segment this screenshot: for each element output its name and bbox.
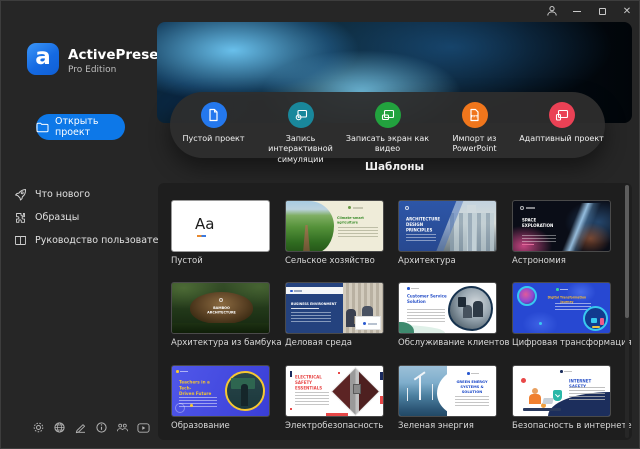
app-edition: Pro Edition xyxy=(68,65,116,75)
rocket-icon xyxy=(14,188,27,201)
record-screen-icon xyxy=(375,102,401,128)
sidebar-item-label: Руководство пользователя xyxy=(35,235,170,246)
quick-action-label: Адаптивный проект xyxy=(519,134,604,144)
template-thumbnail: INTERNET SAFETY xyxy=(512,365,611,417)
maximize-icon[interactable] xyxy=(595,4,609,18)
template-thumbnail: GREEN ENERGY SYSTEMS & SOLUTION xyxy=(398,365,497,417)
responsive-project-button[interactable]: Адаптивный проект xyxy=(518,102,605,144)
info-icon[interactable] xyxy=(95,421,108,434)
template-thumbnail: BUSINESS ENVIRONMENT xyxy=(285,282,384,334)
powerpoint-import-icon: PPT xyxy=(462,102,488,128)
scrollbar-thumb[interactable] xyxy=(625,185,629,318)
record-simulation-icon xyxy=(288,102,314,128)
template-card-astronomy[interactable]: SPACE EXPLORATION Астрономия xyxy=(512,200,611,266)
template-label: Образование xyxy=(171,421,270,431)
titlebar: ✕ xyxy=(0,0,640,22)
video-tutorials-icon[interactable] xyxy=(137,421,150,434)
record-screen-button[interactable]: Записать экран как видео xyxy=(344,102,431,155)
template-thumbnail: BAMBOO ARCHITECTURE xyxy=(171,282,270,334)
app-window: ✕ a ActivePresenter Pro Edition Открыть … xyxy=(0,0,640,449)
puzzle-icon xyxy=(14,211,27,224)
template-label: Безопасность в интернете xyxy=(512,421,611,431)
import-powerpoint-button[interactable]: PPT Импорт из PowerPoint xyxy=(431,102,518,155)
sidebar-item-samples[interactable]: Образцы xyxy=(14,210,170,224)
template-thumbnail: Climate-smart agriculture xyxy=(285,200,384,252)
template-card-architecture[interactable]: ARCHITECTURE DESIGN PRINCIPLES Архитекту… xyxy=(398,200,497,266)
template-label: Архитектура из бамбука xyxy=(171,338,270,348)
quick-action-label: Записать экран как видео xyxy=(345,134,431,155)
template-thumbnail: ARCHITECTURE DESIGN PRINCIPLES xyxy=(398,200,497,252)
template-label: Обслуживание клиентов xyxy=(398,338,497,348)
sidebar-item-label: Образцы xyxy=(35,212,79,223)
open-project-button[interactable]: Открыть проект xyxy=(36,114,125,140)
quick-actions-bar: Пустой проект Запись интерактивной симул… xyxy=(170,92,605,158)
record-simulation-button[interactable]: Запись интерактивной симуляции xyxy=(257,102,344,165)
open-project-label: Открыть проект xyxy=(55,116,125,138)
template-label: Деловая среда xyxy=(285,338,384,348)
community-icon[interactable] xyxy=(116,421,129,434)
templates-header: Шаблоны xyxy=(157,161,632,173)
minimize-icon[interactable] xyxy=(570,4,584,18)
template-card-electrical-safety[interactable]: ELECTRICAL SAFETY ESSENTIALS Электробезо… xyxy=(285,365,384,431)
template-label: Астрономия xyxy=(512,256,611,266)
quick-action-label: Пустой проект xyxy=(182,134,244,144)
template-card-education[interactable]: Teachers in a Tech- Driven Future Образо… xyxy=(171,365,270,431)
templates-panel: Aa Пустой Climate-smart agriculture Сель… xyxy=(158,183,632,440)
blank-project-button[interactable]: Пустой проект xyxy=(170,102,257,144)
template-thumbnail: ELECTRICAL SAFETY ESSENTIALS xyxy=(285,365,384,417)
template-thumbnail: Digital Transformation Journey xyxy=(512,282,611,334)
app-logo: a xyxy=(27,43,59,75)
folder-icon xyxy=(36,122,49,133)
template-label: Электробезопасность xyxy=(285,421,384,431)
template-thumbnail: Aa xyxy=(171,200,270,252)
sidebar-item-user-guide[interactable]: Руководство пользователя xyxy=(14,233,170,247)
template-card-customer-service[interactable]: Customer Service Solution Обслуживание к… xyxy=(398,282,497,348)
close-icon[interactable]: ✕ xyxy=(620,4,634,18)
template-card-green-energy[interactable]: GREEN ENERGY SYSTEMS & SOLUTION Зеленая … xyxy=(398,365,497,431)
template-card-blank[interactable]: Aa Пустой xyxy=(171,200,270,266)
responsive-project-icon xyxy=(549,102,575,128)
globe-icon[interactable] xyxy=(53,421,66,434)
book-icon xyxy=(14,234,27,247)
template-label: Пустой xyxy=(171,256,270,266)
template-label: Сельское хозяйство xyxy=(285,256,384,266)
template-card-internet-safety[interactable]: INTERNET SAFETY Безопасность в интернете xyxy=(512,365,611,431)
template-card-digital-transformation[interactable]: Digital Transformation Journey Цифровая … xyxy=(512,282,611,348)
account-icon[interactable] xyxy=(545,4,559,18)
sidebar-nav: Что нового Образцы Руководство пользоват… xyxy=(14,187,170,247)
template-card-bamboo[interactable]: BAMBOO ARCHITECTURE Архитектура из бамбу… xyxy=(171,282,270,348)
template-card-business[interactable]: BUSINESS ENVIRONMENT Деловая среда xyxy=(285,282,384,348)
settings-icon[interactable] xyxy=(32,421,45,434)
sidebar-footer xyxy=(32,421,150,434)
template-label: Цифровая трансформация xyxy=(512,338,611,348)
svg-text:PPT: PPT xyxy=(471,115,479,119)
sidebar-item-whats-new[interactable]: Что нового xyxy=(14,187,170,201)
template-label: Зеленая энергия xyxy=(398,421,497,431)
quick-action-label: Импорт из PowerPoint xyxy=(432,134,518,155)
template-thumbnail: SPACE EXPLORATION xyxy=(512,200,611,252)
template-thumbnail: Teachers in a Tech- Driven Future xyxy=(171,365,270,417)
template-card-agriculture[interactable]: Climate-smart agriculture Сельское хозяй… xyxy=(285,200,384,266)
blank-document-icon xyxy=(201,102,227,128)
sidebar-item-label: Что нового xyxy=(35,189,90,200)
feedback-icon[interactable] xyxy=(74,421,87,434)
template-thumbnail: Customer Service Solution xyxy=(398,282,497,334)
template-label: Архитектура xyxy=(398,256,497,266)
